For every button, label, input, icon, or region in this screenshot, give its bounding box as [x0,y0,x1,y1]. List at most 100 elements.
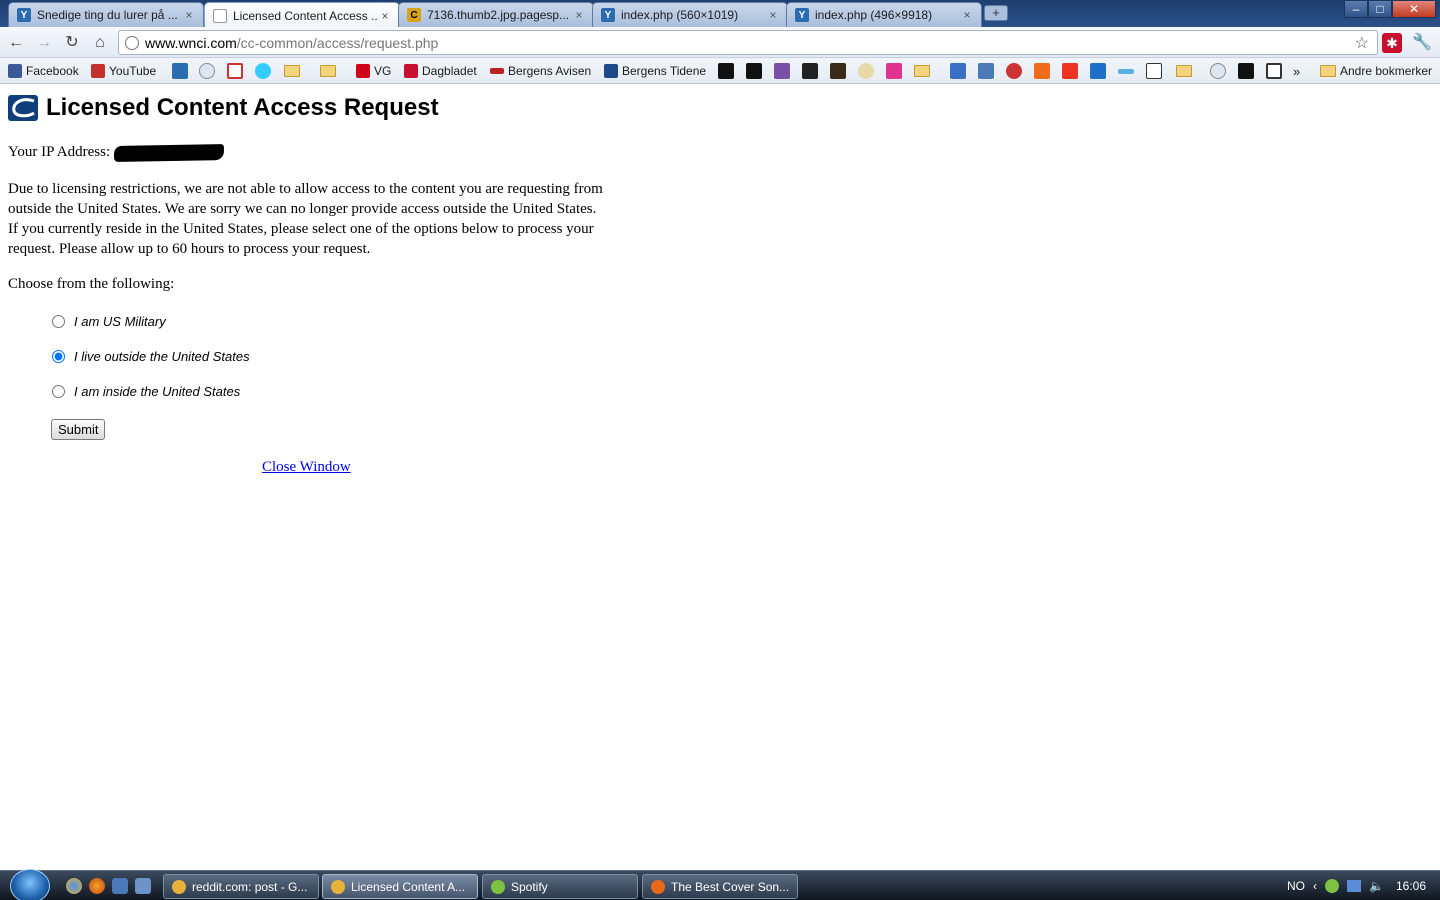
wnci-logo-icon [8,95,38,121]
option-outside-us[interactable]: I live outside the United States [52,349,250,364]
option-label[interactable]: I am US Military [74,314,166,329]
bookmark-twitter[interactable] [255,63,271,79]
option-label[interactable]: I live outside the United States [74,349,250,364]
back-icon[interactable]: ← [6,33,26,53]
close-window-link[interactable]: Close Window [262,459,351,476]
bookmark-folder[interactable] [320,63,338,79]
new-tab-button[interactable]: + [984,5,1008,21]
reload-icon[interactable]: ↻ [62,33,82,53]
other-bookmarks[interactable]: Andre bokmerker [1320,63,1432,79]
close-window-button[interactable]: ✕ [1392,0,1436,18]
language-indicator[interactable]: NO [1287,879,1305,893]
bookmark-facebook[interactable]: Facebook [8,63,79,79]
tab-licensed-content[interactable]: Licensed Content Access ... × [204,2,400,28]
option-inside-us[interactable]: I am inside the United States [52,384,240,399]
bookmark-gmail[interactable] [227,63,243,79]
twitter-icon [255,63,271,79]
bookmark-youtube[interactable]: YouTube [91,63,156,79]
start-button[interactable] [10,869,50,900]
url-path: /cc-common/access/request.php [236,34,439,51]
maximize-button[interactable]: □ [1368,0,1392,18]
bookmark-site[interactable] [1006,63,1022,79]
volume-icon[interactable]: 🔈 [1369,879,1384,893]
bookmark-info[interactable] [1238,63,1254,79]
firefox-icon[interactable] [89,878,105,894]
ba-icon [490,68,504,74]
bookmark-hw[interactable] [978,63,994,79]
bookmark-site[interactable] [802,63,818,79]
my-icon [746,63,762,79]
clock[interactable]: 16:06 [1396,879,1426,893]
bookmark-site[interactable] [1266,63,1282,79]
bookmark-site[interactable] [1118,63,1134,79]
bookmark-my-1[interactable] [718,63,734,79]
switch-windows-icon[interactable] [135,878,151,894]
close-icon[interactable]: × [379,9,391,23]
tray-expand-icon[interactable]: ‹ [1313,879,1317,893]
bookmark-site[interactable] [774,63,790,79]
bookmark-yr[interactable] [172,63,188,79]
bookmark-pc[interactable] [1034,63,1050,79]
bookmark-dagbladet[interactable]: Dagbladet [404,63,477,79]
radio-inside-us[interactable] [52,385,65,398]
reddit-icon [1210,63,1226,79]
tab-thumb-jpg[interactable]: C 7136.thumb2.jpg.pagesp... × [398,2,594,27]
extension-icon[interactable]: ✱ [1382,33,1402,53]
spotify-icon [491,879,505,894]
bookmark-label: Andre bokmerker [1340,64,1433,78]
bt-icon [604,64,618,78]
bookmark-folder[interactable] [284,63,302,79]
network-icon[interactable] [1347,880,1362,892]
spotify-tray-icon[interactable] [1325,879,1340,893]
tab-index-php-1[interactable]: Y index.php (560×1019) × [592,2,788,27]
address-bar[interactable]: www.wnci.com/cc-common/access/request.ph… [118,30,1378,55]
close-icon[interactable]: × [183,8,195,22]
bookmark-folder[interactable] [1176,63,1194,79]
submit-button[interactable]: Submit [51,419,106,440]
bookmark-label: Facebook [26,64,79,78]
bookmark-bf[interactable] [1062,63,1078,79]
close-icon[interactable]: × [573,8,585,22]
tab-strip: Y Snedige ting du lurer på ... × License… [0,0,1440,28]
bookmark-bergens-avisen[interactable]: Bergens Avisen [490,63,591,79]
bookmark-m[interactable] [1090,63,1106,79]
bookmark-reddit[interactable] [199,63,215,79]
forward-icon[interactable]: → [34,33,54,53]
wrench-icon[interactable]: 🔧 [1412,33,1432,53]
info-icon [1238,63,1254,79]
bookmarks-overflow-chevron[interactable]: » [1293,63,1300,79]
bookmark-folder[interactable] [914,63,932,79]
taskbar-item-reddit[interactable]: reddit.com: post - G... [163,874,319,899]
bookmark-vg[interactable]: VG [356,63,391,79]
bookmark-site[interactable] [886,63,902,79]
bookmark-site[interactable] [858,63,874,79]
radio-us-military[interactable] [52,315,65,328]
bookmark-reddit[interactable] [1210,63,1226,79]
option-us-military[interactable]: I am US Military [52,314,166,329]
tab-snedige[interactable]: Y Snedige ting du lurer på ... × [8,2,204,27]
bookmark-lh[interactable] [830,63,846,79]
bookmark-tc[interactable] [1146,63,1162,79]
bookmark-site[interactable] [950,63,966,79]
chrome-icon[interactable] [66,878,82,894]
radio-outside-us[interactable] [52,350,65,363]
heart-icon [886,63,902,79]
close-icon[interactable]: × [767,8,779,22]
minimize-button[interactable]: – [1344,0,1368,18]
bookmark-star-icon[interactable]: ☆ [1355,33,1369,53]
taskbar-item-spotify[interactable]: Spotify [482,874,638,899]
bf-icon [1062,63,1078,79]
bookmark-bergens-tidene[interactable]: Bergens Tidene [604,63,706,79]
desktop-icon[interactable] [112,878,128,894]
page-title: Licensed Content Access Request [46,94,439,121]
taskbar-item-cover-songs[interactable]: The Best Cover Son... [642,874,798,899]
tab-index-php-2[interactable]: Y index.php (496×9918) × [786,2,982,27]
browser-toolbar: ← → ↻ ⌂ www.wnci.com/cc-common/access/re… [0,27,1440,58]
taskbar-item-licensed-content[interactable]: Licensed Content A... [322,874,478,899]
window-controls: – □ ✕ [1344,0,1436,18]
tab-title: 7136.thumb2.jpg.pagesp... [427,8,570,22]
bookmark-my-2[interactable] [746,63,762,79]
home-icon[interactable]: ⌂ [90,33,110,53]
option-label[interactable]: I am inside the United States [74,384,240,399]
close-icon[interactable]: × [961,8,973,22]
